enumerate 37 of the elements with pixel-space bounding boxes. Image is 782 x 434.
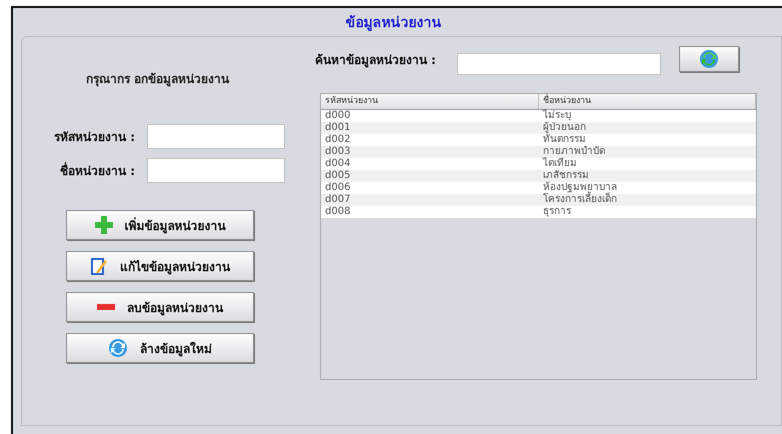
table-cell-text: d002 (324, 134, 352, 146)
table-cell-text: กายภาพบำบัด (542, 146, 606, 157)
edit-button[interactable]: แก้ไขข้อมูลหน่วยงาน (66, 251, 254, 281)
window-title: ข้อมูลหน่วยงาน (346, 14, 442, 33)
table-cell-text: ไตเทียม (542, 158, 578, 170)
table-cell-text: ทันตกรรม (542, 134, 587, 146)
table-cell: โครงการเลี้ยงเด็ก (539, 194, 756, 206)
search-field[interactable] (457, 53, 661, 75)
table-cell-text: ห้องปฐมพยาบาล (542, 182, 618, 193)
minus-icon (97, 304, 115, 310)
pencil-notepad-icon (90, 256, 108, 276)
table-cell-text: เภสัชกรรม (542, 170, 590, 182)
search-label: ค้นหาข้อมูลหน่วยงาน : (315, 52, 437, 68)
table-cell-text: d006 (324, 182, 352, 194)
refresh-icon (699, 49, 719, 69)
table-cell-text: d007 (324, 194, 352, 206)
table-cell-text: d008 (324, 206, 352, 218)
table-cell-text: ธุรการ (542, 206, 572, 218)
field-label: รหัสหน่วยงาน : (53, 129, 136, 146)
table-cell-text: ไม่ระบุ (542, 110, 572, 122)
table-cell-text: d004 (324, 158, 352, 170)
table-cell-text: d000 (324, 110, 352, 122)
table-cell-text: d001 (324, 122, 352, 134)
input-field[interactable] (147, 158, 285, 183)
field-label: ชื่อหน่วยงาน : (59, 161, 136, 180)
clear-button[interactable]: ล้างข้อมูลใหม่ (66, 333, 254, 363)
refresh-button[interactable] (679, 46, 739, 72)
delete-button[interactable]: ลบข้อมูลหน่วยงาน (66, 292, 254, 322)
refresh-icon (108, 338, 128, 358)
table-cell-text: ผู้ป่วยนอก (542, 122, 587, 134)
form-heading: กรุณากร อกข้อมูลหน่วยงาน (86, 71, 230, 88)
table-cell-text: d003 (324, 146, 352, 158)
plus-icon (94, 216, 112, 234)
table-cell-text: d005 (324, 170, 352, 182)
input-field[interactable] (147, 124, 285, 149)
column-header[interactable]: ชื่อหน่วยงาน (539, 94, 756, 109)
add-button[interactable]: เพิ่มข้อมูลหน่วยงาน (66, 210, 254, 240)
